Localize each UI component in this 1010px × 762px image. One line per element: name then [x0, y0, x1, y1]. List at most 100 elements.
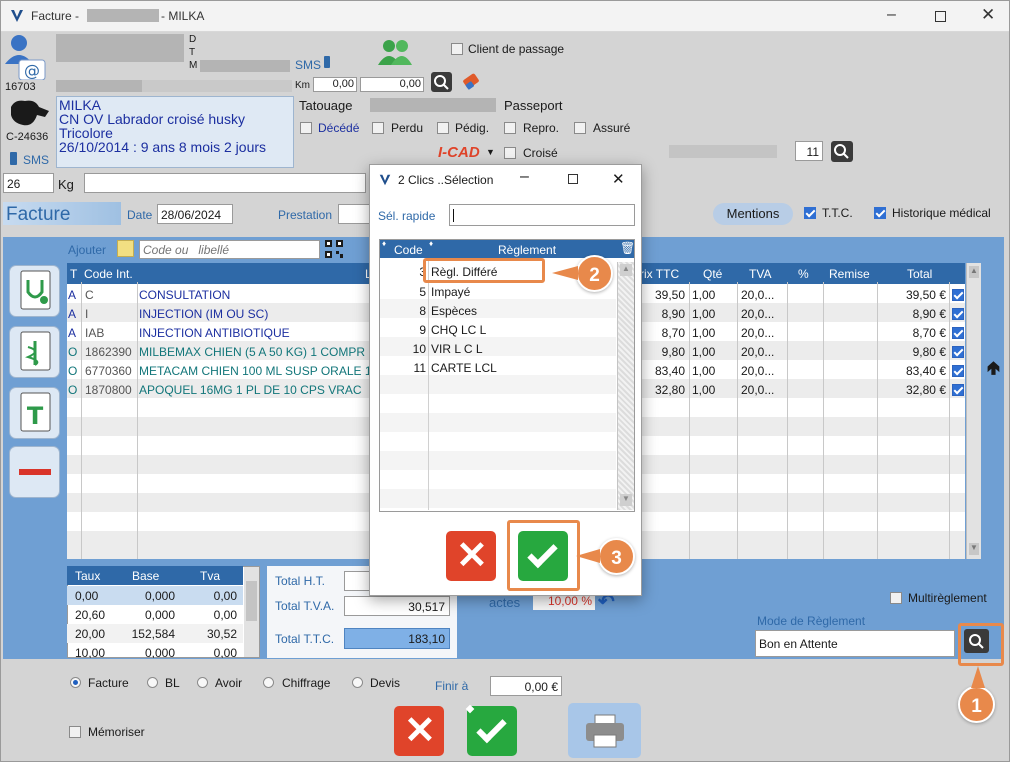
assure-checkbox[interactable] [574, 122, 586, 134]
grid-scrollbar[interactable]: ▲ ▼ [966, 263, 981, 559]
list-scrollbar[interactable]: ▲ ▼ [617, 262, 634, 510]
dialog-cancel-button[interactable]: ✕ [446, 531, 496, 581]
trash-icon[interactable]: 🗑 [620, 241, 635, 255]
row-tva: 20,0... [741, 345, 775, 359]
animal-info-panel[interactable]: MILKA CN OV Labrador croisé husky Tricol… [56, 96, 294, 168]
animal-sms-label[interactable]: SMS [23, 153, 49, 167]
radio-bl[interactable] [147, 677, 158, 688]
print-button[interactable] [568, 703, 641, 758]
pharmacy-button[interactable] [9, 326, 60, 378]
client-search-button[interactable] [431, 72, 452, 92]
move-up-arrow-icon[interactable]: 🢁 [987, 356, 1000, 386]
sort-icon[interactable]: ♦ [382, 239, 386, 248]
dialog-close-icon[interactable]: ✕ [612, 170, 625, 188]
radio-avoir[interactable] [197, 677, 208, 688]
radio-devis[interactable] [352, 677, 363, 688]
consultation-button[interactable] [9, 265, 60, 317]
total-tva-value: 30,517 [344, 596, 450, 616]
redacted-address [56, 80, 142, 92]
list-row-bg [380, 489, 616, 508]
validate-invoice-button[interactable] [467, 706, 517, 756]
family-icon[interactable] [378, 39, 412, 65]
weight-input[interactable]: 26 [3, 173, 54, 193]
radio-chiffrage[interactable] [263, 677, 274, 688]
row-label: CONSULTATION [139, 288, 231, 302]
ttc-checkbox[interactable] [804, 207, 816, 219]
tax-scroll-thumb[interactable] [246, 581, 257, 621]
prestation-input[interactable] [338, 204, 371, 224]
tax-row[interactable]: 0,00 0,000 0,00 [67, 586, 243, 605]
animal-breed: CN OV Labrador croisé husky [59, 111, 245, 127]
scroll-down-icon[interactable]: ▼ [969, 543, 979, 555]
client-sms-label[interactable]: SMS [295, 58, 321, 72]
dog-icon[interactable] [5, 97, 51, 129]
dialog-minimize-icon[interactable]: – [520, 168, 529, 186]
scroll-up-icon[interactable]: ▲ [969, 266, 979, 278]
multireglement-checkbox[interactable] [890, 592, 902, 604]
cancel-invoice-button[interactable]: ✕ [394, 706, 444, 756]
row-select-checkbox[interactable] [952, 289, 964, 301]
sel-rapide-input[interactable] [449, 204, 635, 226]
radio-facture[interactable] [70, 677, 81, 688]
tax-row[interactable]: 20,60 0,000 0,00 [67, 605, 243, 624]
ajouter-color-button[interactable] [117, 240, 134, 257]
memoriser-label: Mémoriser [88, 725, 145, 739]
list-item[interactable]: 10 VIR L C L [381, 339, 617, 358]
tax-col-tva: Tva [200, 569, 221, 583]
icad-dropdown-icon[interactable]: ▼ [486, 147, 495, 157]
repro-checkbox[interactable] [504, 122, 516, 134]
dialog-maximize-icon[interactable] [568, 174, 578, 184]
icad-logo[interactable]: I-CAD [438, 144, 480, 161]
icad-number-field[interactable] [669, 145, 777, 158]
text-button[interactable]: T [9, 387, 60, 439]
sort-icon[interactable]: ♦ [429, 239, 433, 248]
row-tva: 20,0... [741, 307, 775, 321]
croise-checkbox[interactable] [504, 147, 516, 159]
tax-row[interactable]: 20,00 152,584 30,52 [67, 624, 243, 643]
icad-search-button[interactable] [831, 141, 853, 162]
client-avatar-icon[interactable]: @ [5, 34, 47, 80]
close-icon[interactable]: ✕ [981, 5, 995, 25]
mentions-button[interactable]: Mentions [713, 203, 793, 225]
eraser-icon[interactable] [461, 73, 481, 91]
tax-scrollbar[interactable] [244, 567, 259, 657]
finir-input[interactable]: 0,00 € [490, 676, 562, 696]
notes-input[interactable] [84, 173, 366, 193]
actes-remise[interactable]: 10,00 % [533, 594, 595, 610]
code-search-input[interactable] [139, 240, 320, 259]
date-input[interactable]: 28/06/2024 [157, 204, 233, 224]
decede-checkbox[interactable] [300, 122, 312, 134]
pedig-checkbox[interactable] [437, 122, 449, 134]
row-select-checkbox[interactable] [952, 384, 964, 396]
client-de-passage-checkbox[interactable] [451, 43, 463, 55]
maximize-icon[interactable] [935, 11, 946, 22]
row-code: 1862390 [85, 345, 132, 359]
reglement-code: 10 [412, 342, 426, 356]
memoriser-checkbox[interactable] [69, 726, 81, 738]
list-item[interactable]: 9 CHQ LC L [381, 320, 617, 339]
row-select-checkbox[interactable] [952, 308, 964, 320]
row-code: C [85, 288, 94, 302]
caduceus-icon [20, 331, 51, 371]
perdu-checkbox[interactable] [372, 122, 384, 134]
reglement-code: 8 [419, 304, 426, 318]
qr-code-icon[interactable] [324, 239, 344, 259]
list-scroll-down-icon[interactable]: ▼ [620, 494, 632, 506]
row-select-checkbox[interactable] [952, 327, 964, 339]
row-select-checkbox[interactable] [952, 346, 964, 358]
tax-row[interactable]: 10,00 0,000 0,00 [67, 643, 243, 658]
historique-checkbox[interactable] [874, 207, 886, 219]
list-item[interactable]: 8 Espèces [381, 301, 617, 320]
km-input[interactable]: 0,00 [313, 77, 357, 92]
tatouage-field[interactable] [370, 98, 496, 112]
row-select-checkbox[interactable] [952, 365, 964, 377]
address-field[interactable] [142, 80, 292, 92]
list-scroll-up-icon[interactable]: ▲ [620, 264, 632, 276]
remove-line-button[interactable] [9, 446, 60, 498]
col-code-header: Code [394, 243, 423, 257]
mode-reglement-input[interactable]: Bon en Attente [755, 630, 955, 657]
tax-base: 0,000 [144, 646, 175, 658]
minimize-icon[interactable]: – [887, 6, 896, 24]
list-item[interactable]: 11 CARTE LCL [381, 358, 617, 377]
row-total: 83,40 € [905, 364, 946, 378]
